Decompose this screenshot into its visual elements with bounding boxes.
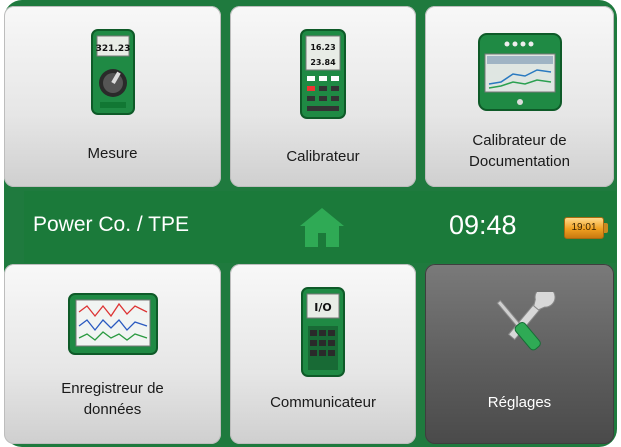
- company-label: Power Co. / TPE: [33, 213, 190, 236]
- tile-calibrateur-documentation[interactable]: Calibrateur de Documentation: [425, 6, 614, 187]
- calibrator-icon: 16.23 23.84: [230, 28, 416, 120]
- tile-reglages[interactable]: Réglages: [425, 264, 614, 444]
- wrench-screwdriver-icon: [425, 292, 614, 362]
- tile-calibrateur-documentation-label: Calibrateur de Documentation: [469, 132, 570, 170]
- status-bar: Power Co. / TPE 09:48 19:01: [24, 191, 616, 263]
- documenting-calibrator-icon: [425, 32, 614, 112]
- svg-text:23.84: 23.84: [310, 58, 336, 67]
- svg-text:I/O: I/O: [314, 301, 331, 314]
- tile-communicateur[interactable]: I/O Communicateur: [230, 264, 416, 444]
- clock: 09:48: [449, 210, 517, 240]
- data-logger-icon: [4, 292, 221, 356]
- svg-text:321.23: 321.23: [95, 44, 130, 54]
- home-button[interactable]: [297, 206, 347, 248]
- tile-enregistreur-label: Enregistreur de données: [61, 380, 164, 418]
- tile-calibrateur[interactable]: 16.23 23.84 Calibrateur: [230, 6, 416, 187]
- communicator-icon: I/O: [230, 286, 416, 378]
- tile-calibrateur-label: Calibrateur: [286, 148, 360, 165]
- home-icon: [300, 208, 344, 247]
- tile-mesure[interactable]: 321.23 Mesure: [4, 6, 221, 187]
- tile-communicateur-label: Communicateur: [270, 394, 376, 411]
- tile-enregistreur[interactable]: Enregistreur de données: [4, 264, 221, 444]
- tile-mesure-label: Mesure: [87, 145, 138, 162]
- tile-reglages-label: Réglages: [487, 394, 552, 411]
- multimeter-icon: 321.23: [4, 28, 221, 118]
- battery-icon: 19:01: [564, 217, 610, 239]
- battery-time: 19:01: [564, 217, 604, 239]
- svg-text:16.23: 16.23: [310, 43, 335, 52]
